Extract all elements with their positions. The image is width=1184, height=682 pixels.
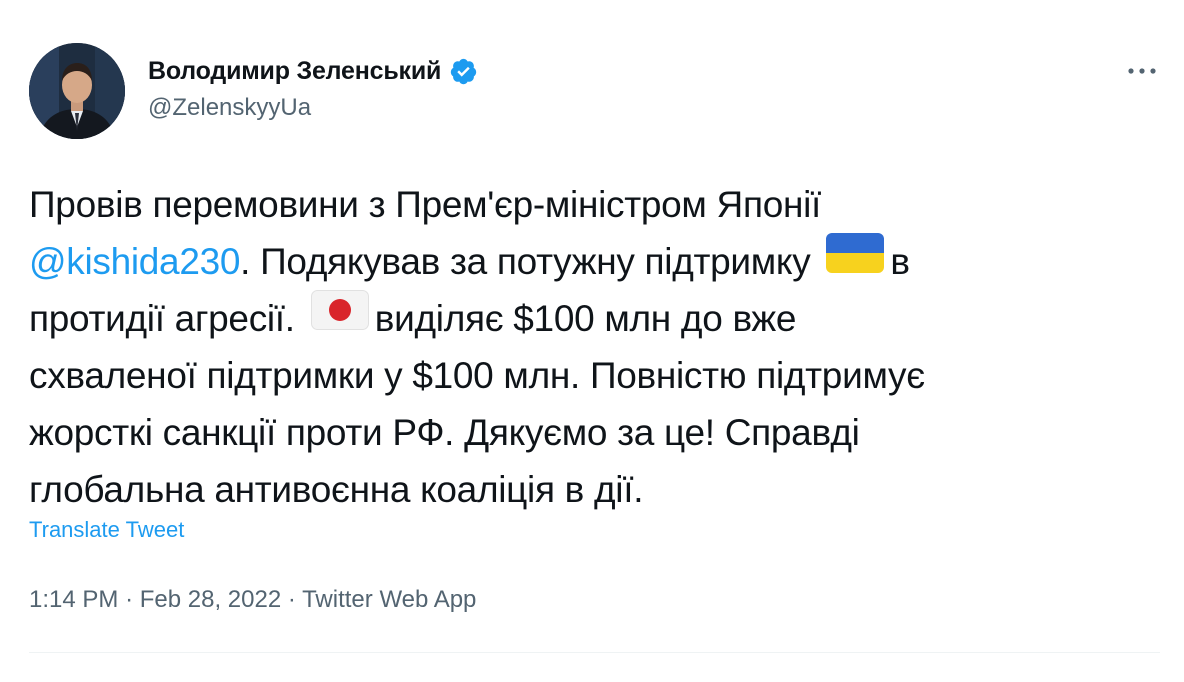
tweet-metadata: 1:14 PM · Feb 28, 2022 · Twitter Web App <box>29 586 476 614</box>
translate-tweet-link[interactable]: Translate Tweet <box>29 517 184 543</box>
display-name[interactable]: Володимир Зеленський <box>148 57 441 86</box>
tweet-source[interactable]: Twitter Web App <box>302 586 476 613</box>
author-name-row[interactable]: Володимир Зеленський <box>148 54 478 88</box>
tweet-time[interactable]: 1:14 PM <box>29 586 118 613</box>
tweet-text: Провів перемовини з Прем'єр-міністром Яп… <box>29 176 1164 518</box>
meta-separator: · <box>125 586 134 613</box>
avatar-photo <box>29 43 125 139</box>
tweet-line-1: Провів перемовини з Прем'єр-міністром Яп… <box>29 184 822 225</box>
author-handle[interactable]: @ZelenskyyUa <box>148 94 311 122</box>
tweet-date[interactable]: Feb 28, 2022 <box>140 586 281 613</box>
mention-link[interactable]: @kishida230 <box>29 241 240 282</box>
tweet-line-2-end: в <box>890 241 910 282</box>
tweet-line-6: глобальна антивоєнна коаліція в дії. <box>29 469 644 510</box>
tweet-line-2: @kishida230. Подякував за потужну підтри… <box>29 232 1164 290</box>
verified-badge-icon <box>449 57 478 86</box>
meta-separator: · <box>287 586 296 613</box>
ukraine-flag-icon <box>826 232 885 289</box>
tweet-line-3-end: виділяє $100 млн до вже <box>374 298 797 339</box>
tweet-line-3-start: протидії агресії. <box>29 298 295 339</box>
tweet-line-4: схваленої підтримки у $100 млн. Повністю… <box>29 355 925 396</box>
divider <box>29 652 1160 653</box>
tweet-line-3: протидії агресії. виділяє $100 млн до вж… <box>29 289 1164 347</box>
japan-flag-icon <box>310 289 369 346</box>
tweet-line-2-text: . Подякував за потужну підтримку <box>240 241 811 282</box>
more-options-icon[interactable] <box>1122 56 1162 86</box>
tweet: Володимир Зеленський @ZelenskyyUa Провів… <box>0 0 1184 682</box>
tweet-line-5: жорсткі санкції проти РФ. Дякуємо за це!… <box>29 412 860 453</box>
avatar[interactable] <box>29 43 125 139</box>
